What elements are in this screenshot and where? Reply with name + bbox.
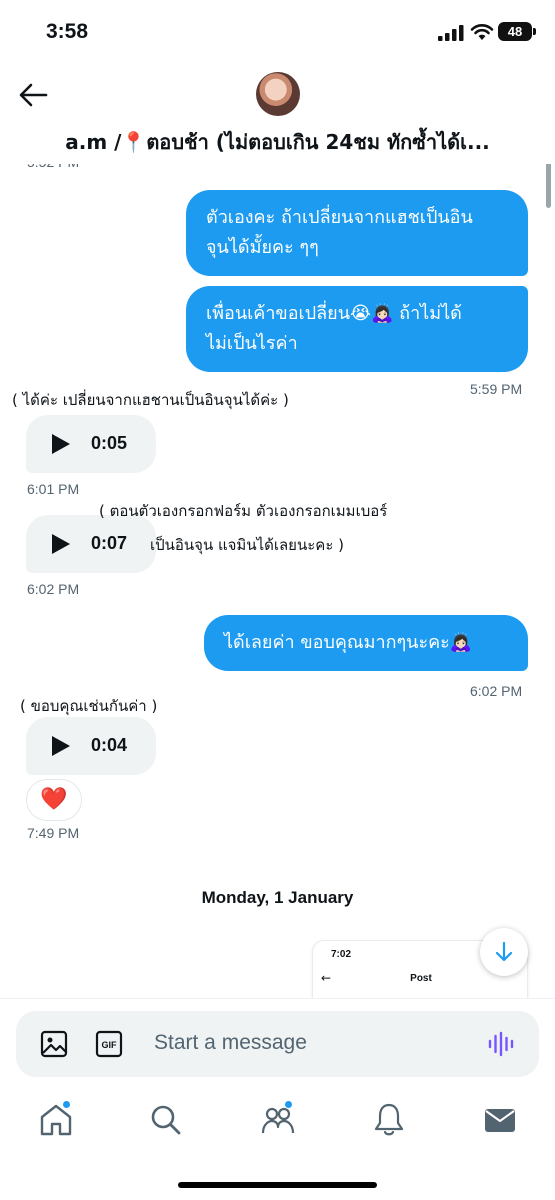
message-composer: GIF [16,1011,539,1077]
home-notification-dot [62,1100,71,1109]
gif-icon[interactable]: GIF [95,1030,123,1058]
sent-message-bubble[interactable]: ได้เลยค่า ขอบคุณมากๆนะคะ🙇🏻‍♀️ [204,615,528,671]
chat-header: a.m /📍ตอบช้า (ไม่ตอบเกิน 24ชม ทักซ้ำได้เ… [0,64,555,164]
chat-title[interactable]: a.m /📍ตอบช้า (ไม่ตอบเกิน 24ชม ทักซ้ำได้เ… [0,126,555,158]
image-icon[interactable] [40,1030,68,1058]
message-text-line: ได้เลยค่า ขอบคุณมากๆนะคะ🙇🏻‍♀️ [224,632,473,653]
composer-area: GIF [0,998,555,1080]
message-timestamp: 5:59 PM [470,381,523,397]
message-input[interactable] [154,1031,454,1055]
communities-notification-dot [284,1100,293,1109]
wifi-icon [470,24,494,40]
play-icon[interactable] [52,736,70,756]
message-timestamp: 7:49 PM [27,825,80,841]
sent-message-bubble[interactable]: เพื่อนเค้าขอเปลี่ยน😭🙇🏻‍♀️ ถ้าไม่ได้ ไม่เ… [186,286,528,372]
date-separator: Monday, 1 January [201,888,354,907]
caption-text: ( ตอนตัวเองกรอกฟอร์ม ตัวเองกรอกเมมเบอร์ [99,502,388,520]
battery-icon: 48 [498,22,532,41]
play-icon[interactable] [52,534,70,554]
notifications-bell-icon[interactable] [369,1100,409,1140]
caption-text: ( ขอบคุณเช่นกันค่า ) [20,697,158,715]
battery-level: 48 [507,24,523,39]
status-time: 3:58 [46,20,89,43]
home-indicator [178,1182,377,1188]
voice-record-icon[interactable] [487,1030,515,1058]
gif-label: GIF [102,1040,118,1050]
message-text-line: ตัวเองคะ ถ้าเปลี่ยนจากแฮชเป็นอิน [206,207,473,228]
caption-text: เป็นอินจุน แจมินได้เลยนะคะ ) [150,536,344,554]
message-text-line: จุนได้มั้ยคะ ๆๆ [206,237,319,258]
sent-message-bubble[interactable]: ตัวเองคะ ถ้าเปลี่ยนจากแฮชเป็นอิน จุนได้ม… [186,190,528,276]
avatar[interactable] [256,72,300,116]
message-timestamp: 6:01 PM [27,481,80,497]
voice-duration: 0:07 [91,533,128,553]
arrow-down-icon [495,941,513,962]
message-timestamp: 6:02 PM [27,581,80,597]
back-arrow-icon[interactable] [18,82,48,108]
heart-reaction[interactable]: ❤️ [26,779,82,821]
message-text-line: เพื่อนเค้าขอเปลี่ยน😭🙇🏻‍♀️ ถ้าไม่ได้ [206,303,462,324]
messages-envelope-icon[interactable] [480,1100,520,1140]
voice-duration: 0:05 [91,433,128,453]
message-list[interactable]: 5:52 PM ตัวเองคะ ถ้าเปลี่ยนจากแฮชเป็นอิน… [0,150,555,1000]
signal-icon [438,25,464,41]
battery-cap [533,28,536,35]
search-icon[interactable] [146,1100,186,1140]
message-timestamp: 6:02 PM [470,683,523,699]
voice-duration: 0:04 [91,735,128,755]
voice-message[interactable]: 0:04 [26,717,156,775]
preview-time: 7:02 [331,949,352,960]
voice-message[interactable]: 0:05 [26,415,156,473]
status-bar: 3:58 48 [0,0,555,64]
play-icon[interactable] [52,434,70,454]
caption-text: ( ได้ค่ะ เปลี่ยนจากแฮชานเป็นอินจุนได้ค่ะ… [12,391,289,409]
scroll-to-bottom-button[interactable] [480,928,528,976]
message-text-line: ไม่เป็นไรค่า [206,333,298,354]
voice-message[interactable]: 0:07 [26,515,156,573]
